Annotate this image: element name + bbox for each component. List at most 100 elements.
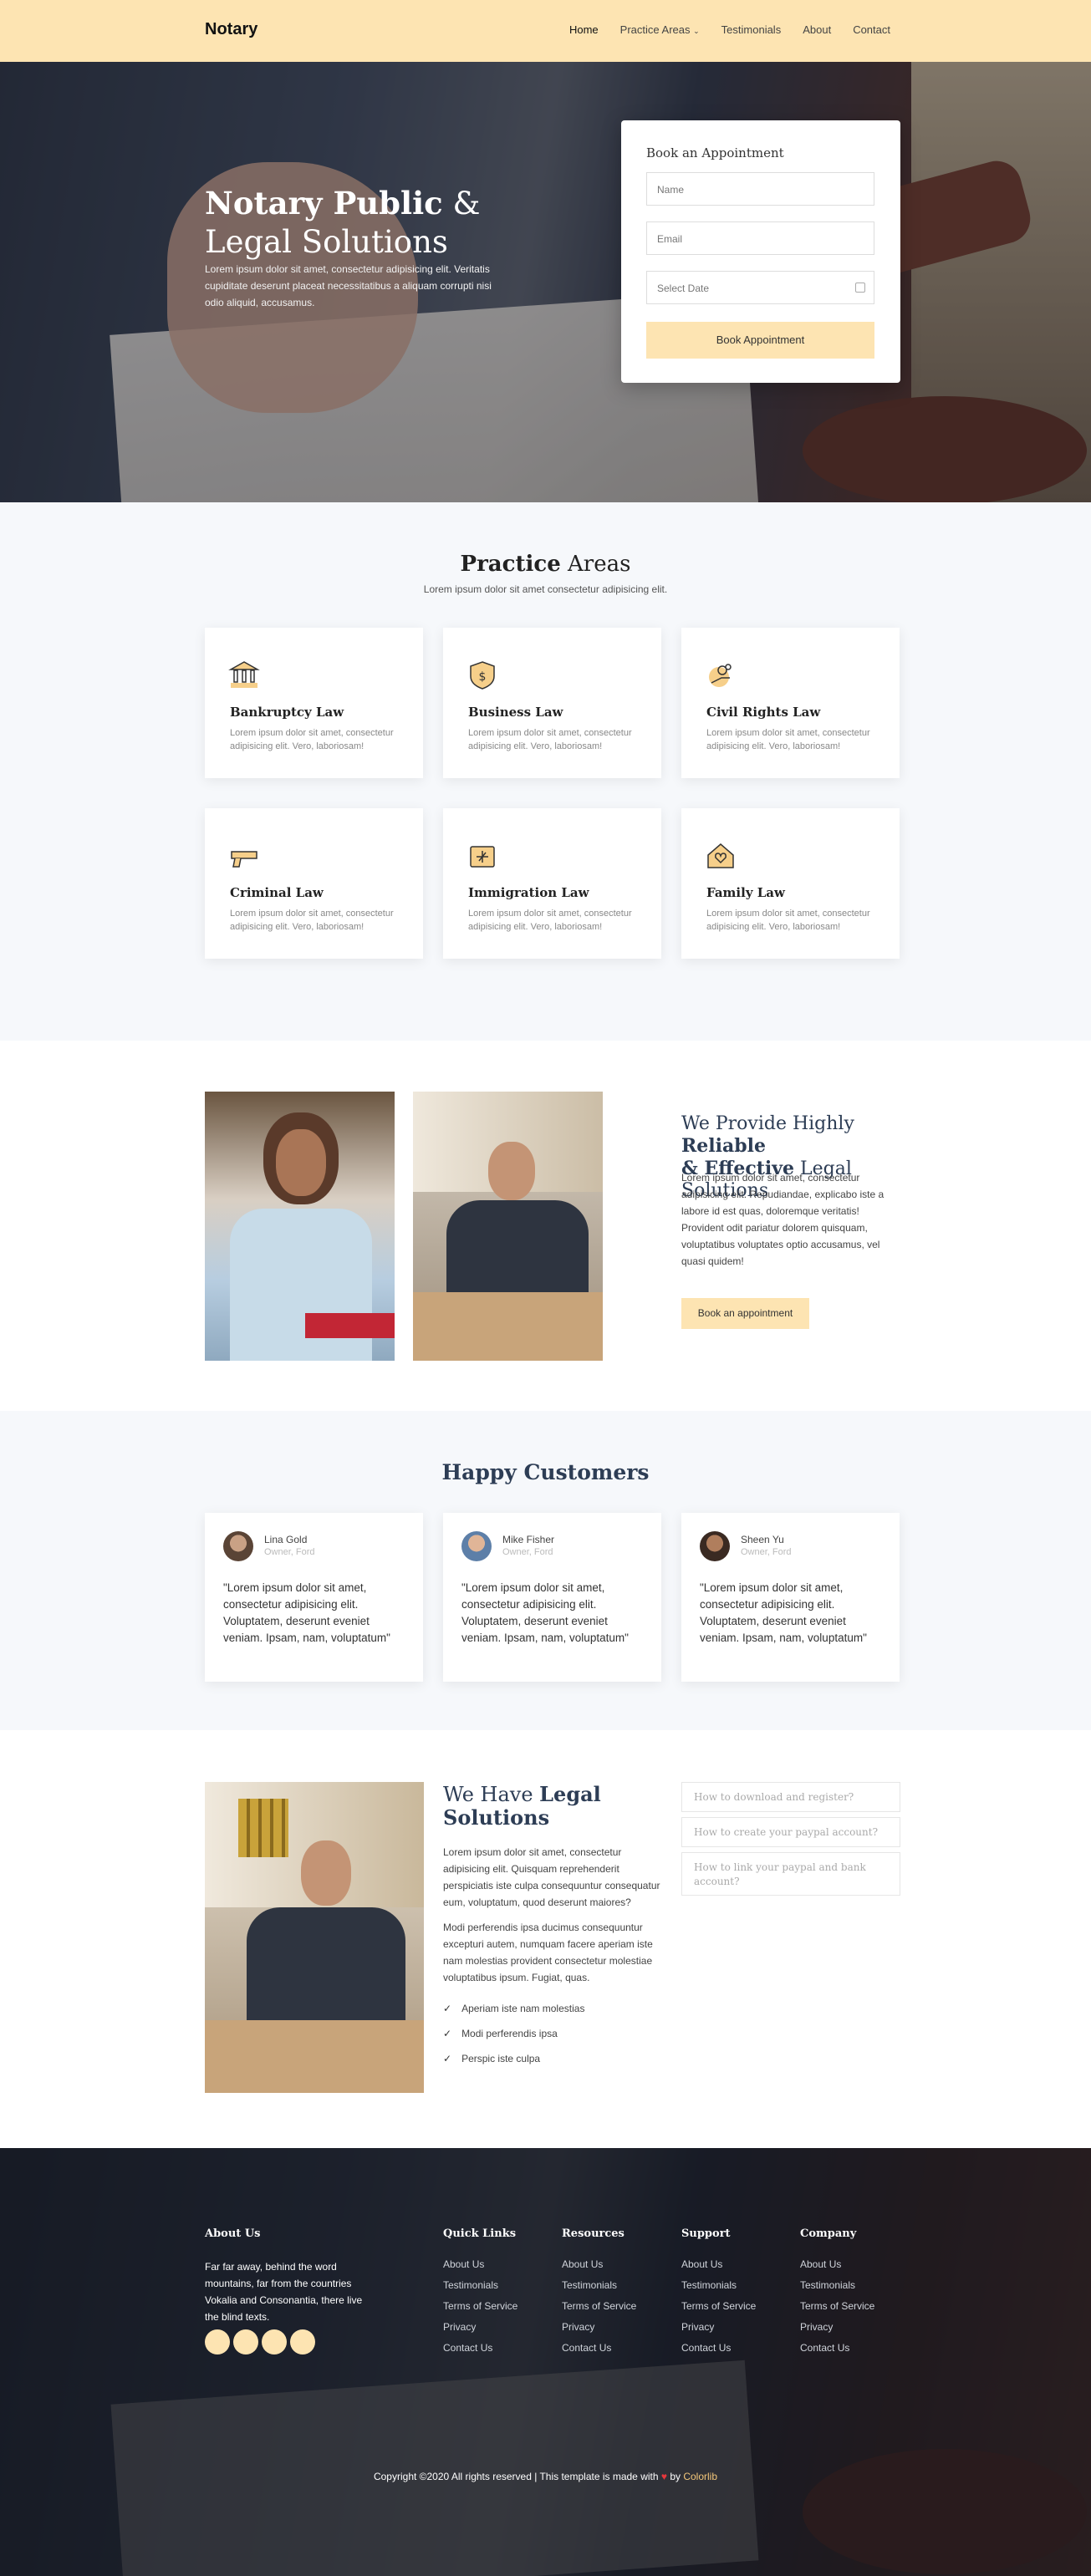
name-input[interactable]: Name bbox=[646, 172, 874, 206]
faq-item[interactable]: How to link your paypal and bank account… bbox=[681, 1852, 900, 1896]
practice-card-civil-rights[interactable]: Civil Rights Law Lorem ipsum dolor sit a… bbox=[681, 628, 900, 778]
footer-link[interactable]: Testimonials bbox=[562, 2279, 636, 2291]
legal-paragraph-2: Modi perferendis ipsa ducimus consequunt… bbox=[443, 1922, 653, 1983]
gears-hand-icon bbox=[709, 664, 732, 687]
testimonial-name: Lina Gold bbox=[264, 1534, 308, 1545]
chevron-down-icon: ⌄ bbox=[693, 27, 700, 35]
calendar-icon[interactable] bbox=[855, 283, 865, 293]
footer-link[interactable]: About Us bbox=[681, 2258, 756, 2270]
reliable-section: We Provide Highly Reliable & Effective L… bbox=[0, 1041, 1091, 1411]
footer-col-title: Company bbox=[800, 2227, 857, 2240]
practice-card-immigration[interactable]: Immigration Law Lorem ipsum dolor sit am… bbox=[443, 808, 661, 959]
practice-title: Practice Areas bbox=[460, 552, 631, 577]
nav-about[interactable]: About bbox=[803, 23, 831, 36]
appointment-form: Book an Appointment Name Email Select Da… bbox=[621, 120, 900, 383]
testimonial-card: Lina Gold Owner, Ford "Lorem ipsum dolor… bbox=[205, 1513, 423, 1682]
avatar bbox=[223, 1531, 253, 1561]
practice-card-business[interactable]: $ Business Law Lorem ipsum dolor sit ame… bbox=[443, 628, 661, 778]
testimonial-name: Sheen Yu bbox=[741, 1534, 784, 1545]
book-appointment-button[interactable]: Book Appointment bbox=[646, 322, 874, 359]
footer-col-title: Quick Links bbox=[443, 2227, 517, 2240]
footer-link[interactable]: Privacy bbox=[800, 2321, 874, 2333]
footer-link[interactable]: Contact Us bbox=[562, 2342, 636, 2354]
footer-link[interactable]: Contact Us bbox=[800, 2342, 874, 2354]
lawyer-man-photo bbox=[413, 1092, 603, 1361]
footer-link[interactable]: About Us bbox=[800, 2258, 874, 2270]
practice-card-text: Lorem ipsum dolor sit amet, consectetur … bbox=[230, 909, 394, 932]
testimonial-role: Owner, Ford bbox=[741, 1547, 792, 1557]
practice-card-title: Civil Rights Law bbox=[706, 705, 821, 720]
date-input[interactable]: Select Date bbox=[646, 271, 874, 304]
social-icon[interactable] bbox=[262, 2329, 287, 2355]
footer-col-title: Support bbox=[681, 2227, 731, 2240]
reliable-text: Lorem ipsum dolor sit amet, consectetur … bbox=[681, 1172, 885, 1267]
practice-card-text: Lorem ipsum dolor sit amet, consectetur … bbox=[706, 909, 870, 932]
legal-solutions-section: We Have Legal Solutions Lorem ipsum dolor… bbox=[0, 1730, 1091, 2148]
testimonial-card: Mike Fisher Owner, Ford "Lorem ipsum dol… bbox=[443, 1513, 661, 1682]
testimonials-title: Happy Customers bbox=[441, 1460, 650, 1484]
testimonial-quote: "Lorem ipsum dolor sit amet, consectetur… bbox=[700, 1581, 867, 1644]
colorlib-link[interactable]: Colorlib bbox=[683, 2471, 717, 2482]
check-item: ✓ Perspic iste culpa bbox=[443, 2053, 541, 2064]
legal-paragraph-1: Lorem ipsum dolor sit amet, consectetur … bbox=[443, 1846, 660, 1908]
practice-card-title: Bankruptcy Law bbox=[230, 705, 344, 720]
svg-text:$: $ bbox=[479, 670, 487, 684]
nav-contact[interactable]: Contact bbox=[853, 23, 890, 36]
avatar bbox=[700, 1531, 730, 1561]
footer-links-support: About Us Testimonials Terms of Service P… bbox=[681, 2258, 756, 2354]
footer-link[interactable]: Terms of Service bbox=[562, 2300, 636, 2312]
appointment-form-title: Book an Appointment bbox=[646, 145, 784, 160]
practice-card-title: Business Law bbox=[468, 705, 563, 720]
heart-icon: ♥ bbox=[660, 2471, 667, 2482]
house-heart-icon bbox=[707, 843, 734, 868]
footer-about-title: About Us bbox=[205, 2227, 261, 2240]
footer-link[interactable]: Testimonials bbox=[800, 2279, 874, 2291]
hero-title: Notary Public & Legal Solutions bbox=[205, 185, 481, 260]
footer-link[interactable]: Terms of Service bbox=[800, 2300, 874, 2312]
testimonial-name: Mike Fisher bbox=[502, 1534, 555, 1545]
faq-item[interactable]: How to create your paypal account? bbox=[681, 1817, 900, 1847]
footer-link[interactable]: Testimonials bbox=[681, 2279, 756, 2291]
social-icon[interactable] bbox=[290, 2329, 315, 2355]
check-icon: ✓ bbox=[443, 2028, 452, 2039]
nav-practice-areas[interactable]: Practice Areas ⌄ bbox=[620, 23, 700, 36]
footer-link[interactable]: About Us bbox=[443, 2258, 517, 2270]
check-icon: ✓ bbox=[443, 2003, 452, 2014]
footer-link[interactable]: Privacy bbox=[443, 2321, 517, 2333]
footer-link[interactable]: Privacy bbox=[562, 2321, 636, 2333]
practice-card-criminal[interactable]: Criminal Law Lorem ipsum dolor sit amet,… bbox=[205, 808, 423, 959]
practice-card-bankruptcy[interactable]: Bankruptcy Law Lorem ipsum dolor sit ame… bbox=[205, 628, 423, 778]
practice-card-title: Criminal Law bbox=[230, 885, 324, 900]
social-icon[interactable] bbox=[233, 2329, 258, 2355]
footer-link[interactable]: Testimonials bbox=[443, 2279, 517, 2291]
hero-section: Notary Public & Legal Solutions Lorem ips… bbox=[0, 62, 1091, 502]
practice-card-text: Lorem ipsum dolor sit amet, consectetur … bbox=[468, 909, 632, 932]
practice-card-text: Lorem ipsum dolor sit amet, consectetur … bbox=[706, 728, 870, 751]
top-navbar: Notary Home Practice Areas ⌄ Testimonial… bbox=[0, 0, 1091, 62]
social-icon[interactable] bbox=[205, 2329, 230, 2355]
building-columns-icon bbox=[228, 661, 260, 688]
nav-home[interactable]: Home bbox=[569, 23, 599, 36]
footer-link[interactable]: Terms of Service bbox=[443, 2300, 517, 2312]
copyright: Copyright ©2020 All rights reserved | Th… bbox=[373, 2471, 718, 2482]
footer-link[interactable]: Privacy bbox=[681, 2321, 756, 2333]
check-item: ✓ Aperiam iste nam molestias bbox=[443, 2003, 585, 2014]
footer-links-quick: About Us Testimonials Terms of Service P… bbox=[443, 2258, 517, 2354]
gun-icon bbox=[231, 851, 257, 868]
book-an-appointment-button[interactable]: Book an appointment bbox=[681, 1298, 809, 1329]
footer-link[interactable]: Terms of Service bbox=[681, 2300, 756, 2312]
footer-link[interactable]: Contact Us bbox=[443, 2342, 517, 2354]
testimonial-quote: "Lorem ipsum dolor sit amet, consectetur… bbox=[461, 1581, 629, 1644]
faq-item[interactable]: How to download and register? bbox=[681, 1782, 900, 1812]
brand-logo[interactable]: Notary bbox=[205, 20, 257, 39]
practice-card-family[interactable]: Family Law Lorem ipsum dolor sit amet, c… bbox=[681, 808, 900, 959]
footer-link[interactable]: Contact Us bbox=[681, 2342, 756, 2354]
check-item: ✓ Modi perferendis ipsa bbox=[443, 2028, 558, 2039]
footer-link[interactable]: About Us bbox=[562, 2258, 636, 2270]
nav-testimonials[interactable]: Testimonials bbox=[721, 23, 782, 36]
practice-card-title: Immigration Law bbox=[468, 885, 589, 900]
check-icon: ✓ bbox=[443, 2053, 452, 2064]
practice-card-title: Family Law bbox=[706, 885, 785, 900]
email-input[interactable]: Email bbox=[646, 221, 874, 255]
passport-plane-icon bbox=[470, 846, 495, 868]
